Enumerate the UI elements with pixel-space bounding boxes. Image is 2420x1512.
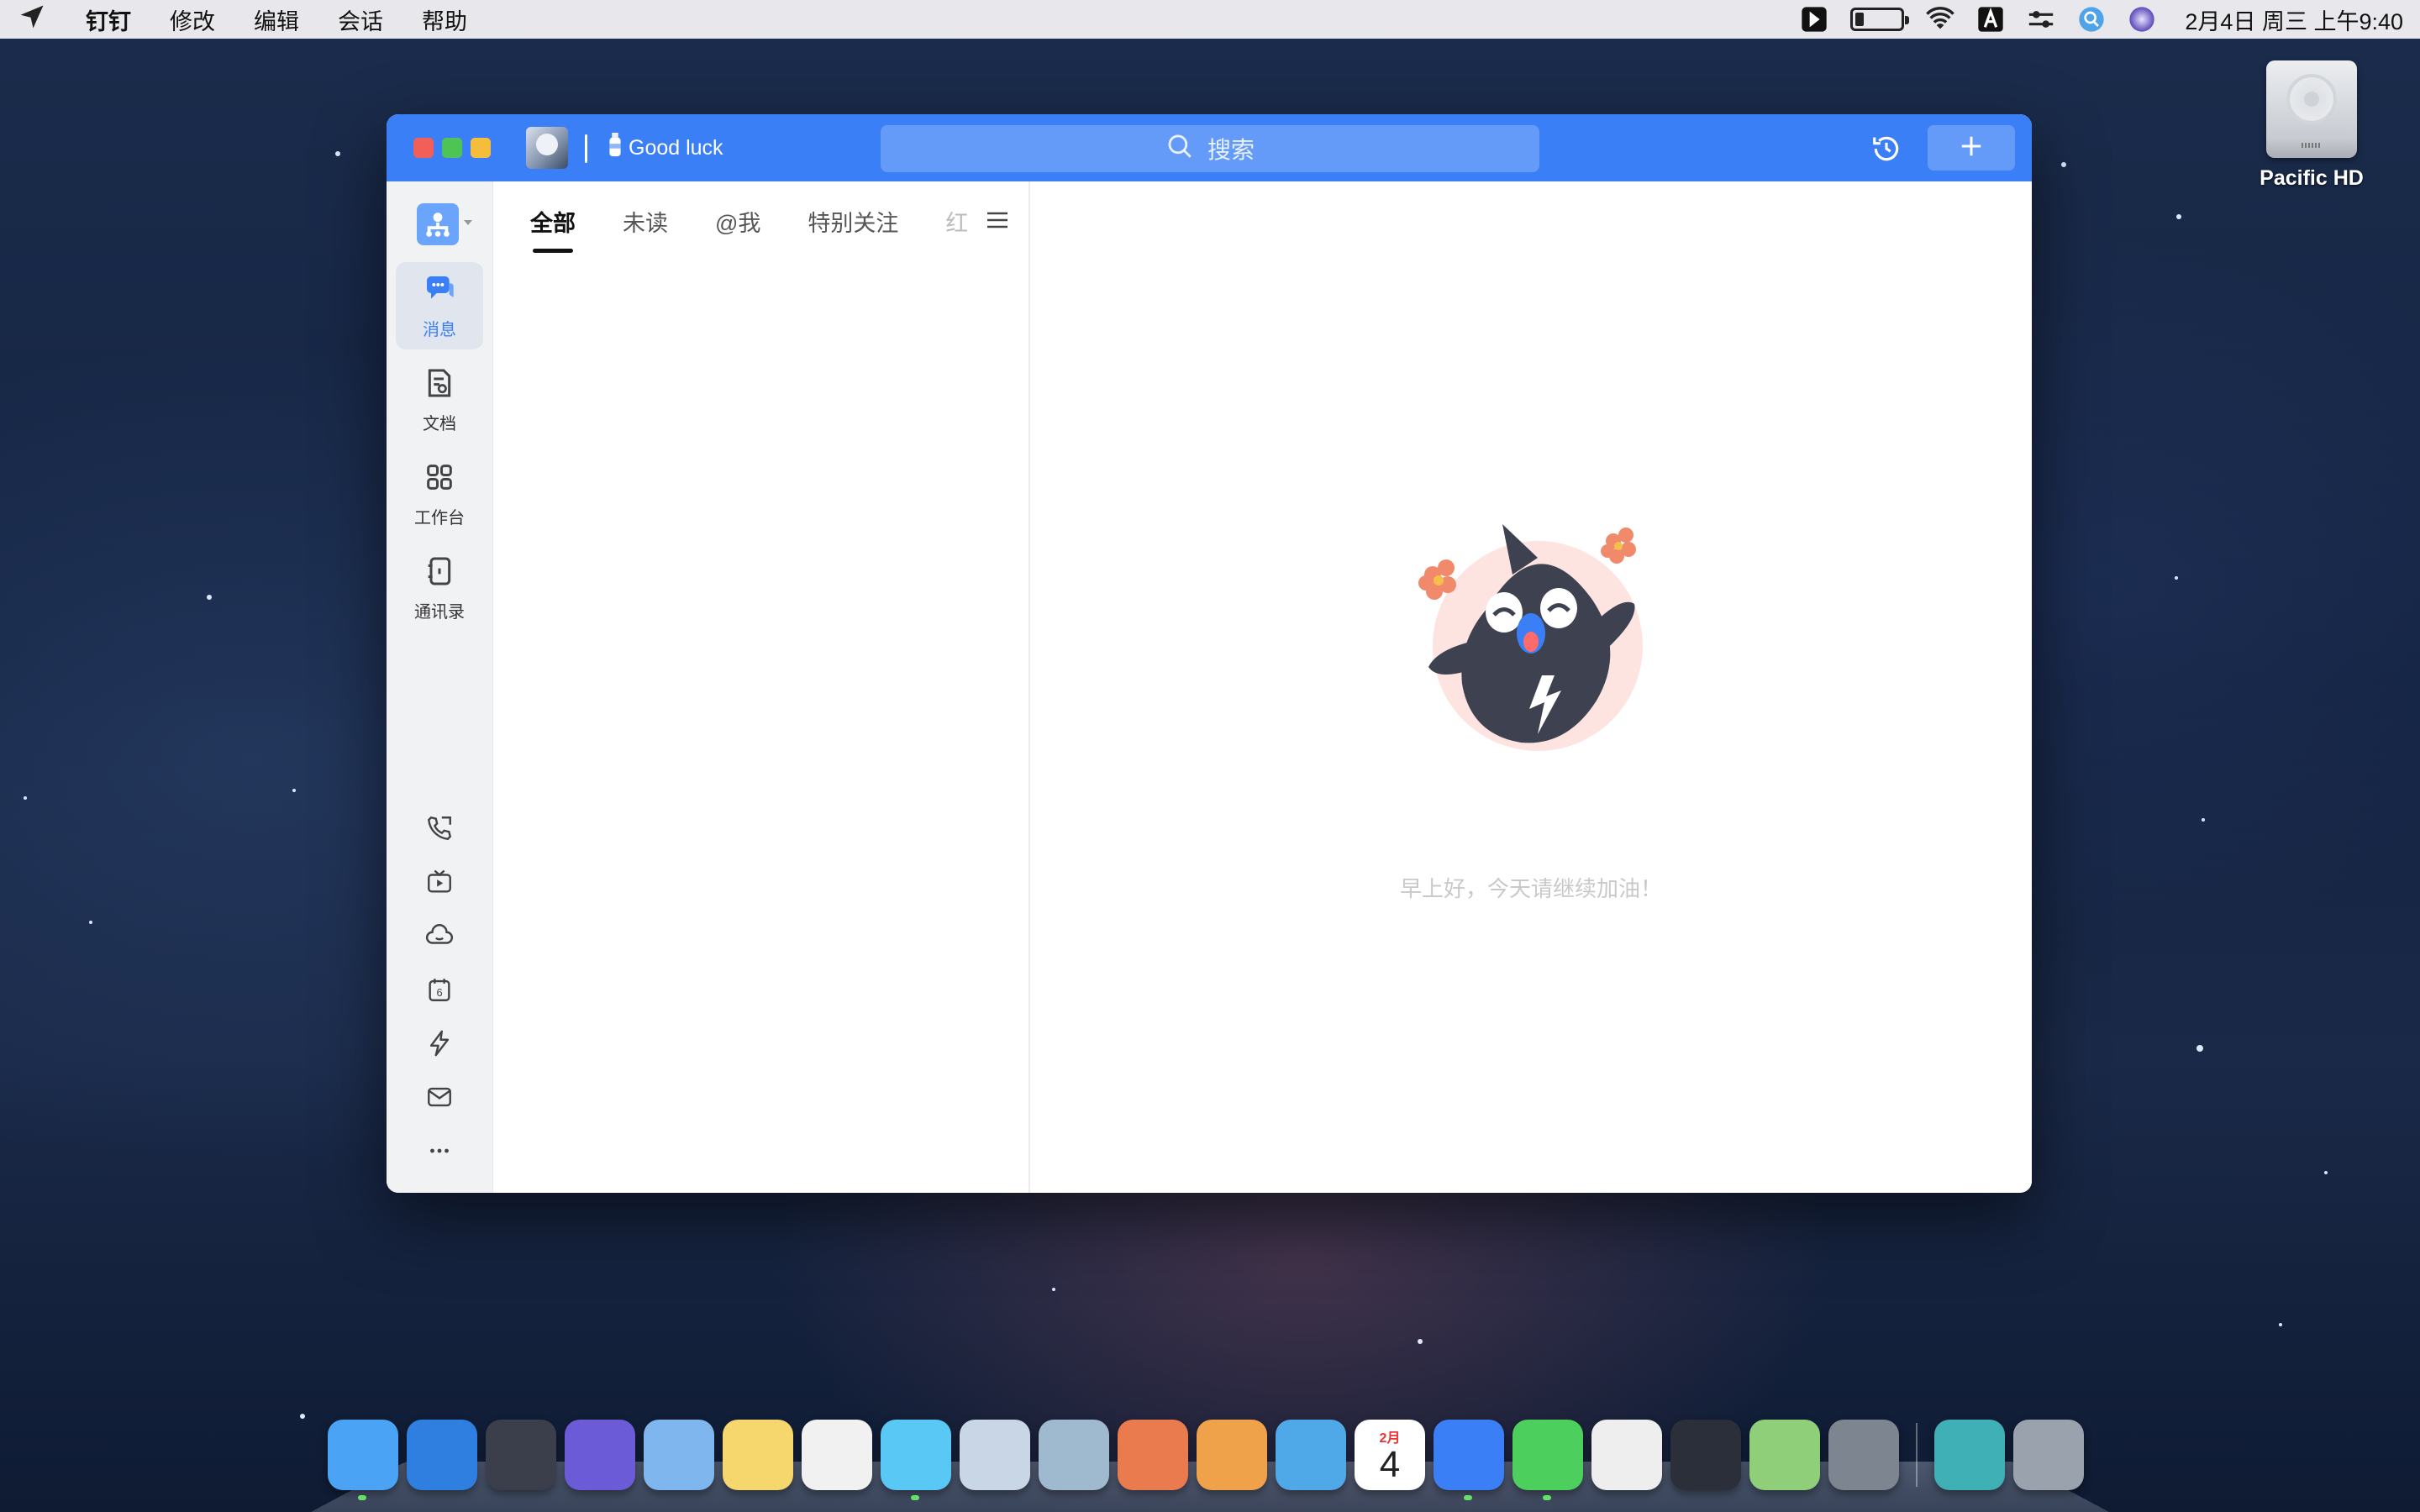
dingtalk-mascot-illustration [1418, 524, 1643, 751]
preview-icon[interactable] [1039, 1420, 1109, 1490]
sidebar-item-contacts[interactable]: 通讯录 [396, 544, 483, 632]
calendar-icon[interactable]: 6 [423, 973, 456, 1006]
finder-icon[interactable] [328, 1420, 398, 1500]
window-controls [413, 138, 491, 158]
tab-menu-icon[interactable] [987, 212, 1007, 228]
battery-level [1855, 13, 1864, 26]
wechat-icon[interactable] [1512, 1420, 1583, 1500]
wifi-icon[interactable] [1926, 5, 1955, 34]
calendar-day-text: 6 [436, 986, 442, 999]
running-indicator [911, 1495, 919, 1500]
conversation-tabs: 全部 未读 @我 特别关注 红 [530, 205, 967, 253]
menu-item-edit[interactable]: 修改 [170, 3, 215, 36]
menu-item-help[interactable]: 帮助 [422, 3, 467, 36]
menu-app-name[interactable]: 钉钉 [86, 3, 131, 36]
zoom-button[interactable] [442, 138, 462, 158]
tab-special-follow[interactable]: 特别关注 [808, 205, 898, 238]
mail-icon[interactable] [423, 1080, 456, 1114]
messages-icon[interactable] [881, 1420, 951, 1500]
plus-icon [1959, 134, 1984, 163]
safari-icon[interactable] [407, 1420, 477, 1490]
ding-cloud-icon[interactable] [423, 919, 456, 953]
sidebar: 消息 文档 工作台 通讯录 6 [387, 181, 493, 1193]
sidebar-item-docs[interactable]: 文档 [396, 356, 483, 444]
dingtalk-icon[interactable] [1434, 1420, 1504, 1500]
dock: 2月 4 [328, 1420, 2084, 1500]
avatar[interactable] [526, 127, 568, 169]
sidebar-item-label: 工作台 [414, 508, 465, 528]
notes-icon[interactable] [723, 1420, 793, 1490]
dock-separator [1916, 1423, 1918, 1487]
org-switcher[interactable] [417, 203, 459, 245]
chevron-down-icon[interactable] [464, 220, 472, 225]
sidebar-item-label: 通讯录 [414, 602, 465, 622]
calendar-icon[interactable]: 2月 4 [1355, 1420, 1425, 1490]
search-input[interactable]: 搜索 [881, 125, 1539, 172]
running-indicator [358, 1495, 366, 1500]
siri-icon[interactable] [565, 1420, 635, 1490]
menu-item-session[interactable]: 会话 [338, 3, 383, 36]
mail-icon[interactable] [644, 1420, 714, 1490]
title-bar: Good luck 搜索 [387, 114, 2032, 181]
cursor-app-icon[interactable] [1800, 5, 1828, 34]
document-icon [423, 366, 456, 405]
maps-icon[interactable] [1749, 1420, 1820, 1490]
menu-item-edit-2[interactable]: 编辑 [254, 3, 299, 36]
sidebar-item-messages[interactable]: 消息 [396, 262, 483, 349]
history-icon[interactable] [1870, 133, 1902, 165]
pages-icon[interactable] [1197, 1420, 1267, 1490]
running-indicator [1464, 1495, 1472, 1500]
location-arrow-icon[interactable] [17, 2, 47, 38]
control-center-icon[interactable] [2027, 5, 2055, 34]
bottle-icon [607, 133, 623, 164]
hard-drive-icon [2266, 60, 2357, 158]
status-text: Good luck [629, 136, 723, 160]
tab-mentions[interactable]: @我 [715, 205, 760, 238]
live-tv-icon[interactable] [423, 865, 456, 899]
sidebar-item-label: 消息 [423, 320, 456, 339]
lightning-icon[interactable] [423, 1026, 456, 1060]
battery-icon[interactable] [1850, 8, 1910, 31]
more-icon[interactable] [423, 1134, 456, 1168]
siri-icon[interactable] [2128, 5, 2156, 34]
menu-bar: 钉钉 修改 编辑 会话 帮助 2月4日 周三 上午9:40 [0, 0, 2420, 39]
tab-all[interactable]: 全部 [530, 205, 576, 253]
contacts-icon [423, 554, 456, 593]
sidebar-item-label: 文档 [423, 414, 456, 433]
input-source-icon[interactable] [1976, 5, 2005, 34]
dock-calendar-date: 4 [1379, 1444, 1401, 1485]
tab-unread[interactable]: 未读 [623, 205, 668, 238]
add-button[interactable] [1928, 125, 2015, 171]
keynote-icon[interactable] [1118, 1420, 1188, 1490]
reminders-icon[interactable] [802, 1420, 872, 1490]
main-panel: 早上好，今天请继续加油！ [1030, 181, 2032, 1193]
dingtalk-window: Good luck 搜索 消息 文档 工作台 通讯录 6 全部 未读 @我 特别… [387, 114, 2032, 1193]
status-message[interactable]: Good luck [607, 133, 723, 164]
conversation-list: 全部 未读 @我 特别关注 红 [493, 181, 1030, 1193]
search-icon [1165, 132, 1194, 166]
title-divider [585, 134, 587, 163]
contacts-icon[interactable] [960, 1420, 1030, 1490]
drive-label: Pacific HD [2260, 166, 2364, 190]
search-placeholder: 搜索 [1207, 137, 1255, 163]
desktop-drive[interactable]: Pacific HD [2249, 60, 2375, 191]
quicktime-icon[interactable] [1670, 1420, 1741, 1490]
running-indicator [1543, 1495, 1551, 1500]
trash-icon[interactable] [2013, 1420, 2084, 1490]
message-icon [423, 272, 456, 311]
sidebar-item-workbench[interactable]: 工作台 [396, 450, 483, 538]
close-button[interactable] [413, 138, 434, 158]
system-preferences-icon[interactable] [1828, 1420, 1899, 1490]
minimize-button[interactable] [471, 138, 491, 158]
workbench-icon [423, 460, 456, 499]
greeting-text: 早上好，今天请继续加油！ [1399, 876, 1662, 901]
phone-call-icon[interactable] [423, 811, 456, 845]
numbers-icon[interactable] [1276, 1420, 1346, 1490]
launchpad-icon[interactable] [486, 1420, 556, 1490]
tab-red-envelope[interactable]: 红 [945, 205, 967, 238]
downloads-icon[interactable] [1934, 1420, 2005, 1490]
spotlight-icon[interactable] [2077, 5, 2106, 34]
menu-clock[interactable]: 2月4日 周三 上午9:40 [2185, 3, 2403, 36]
textedit-icon[interactable] [1591, 1420, 1662, 1490]
